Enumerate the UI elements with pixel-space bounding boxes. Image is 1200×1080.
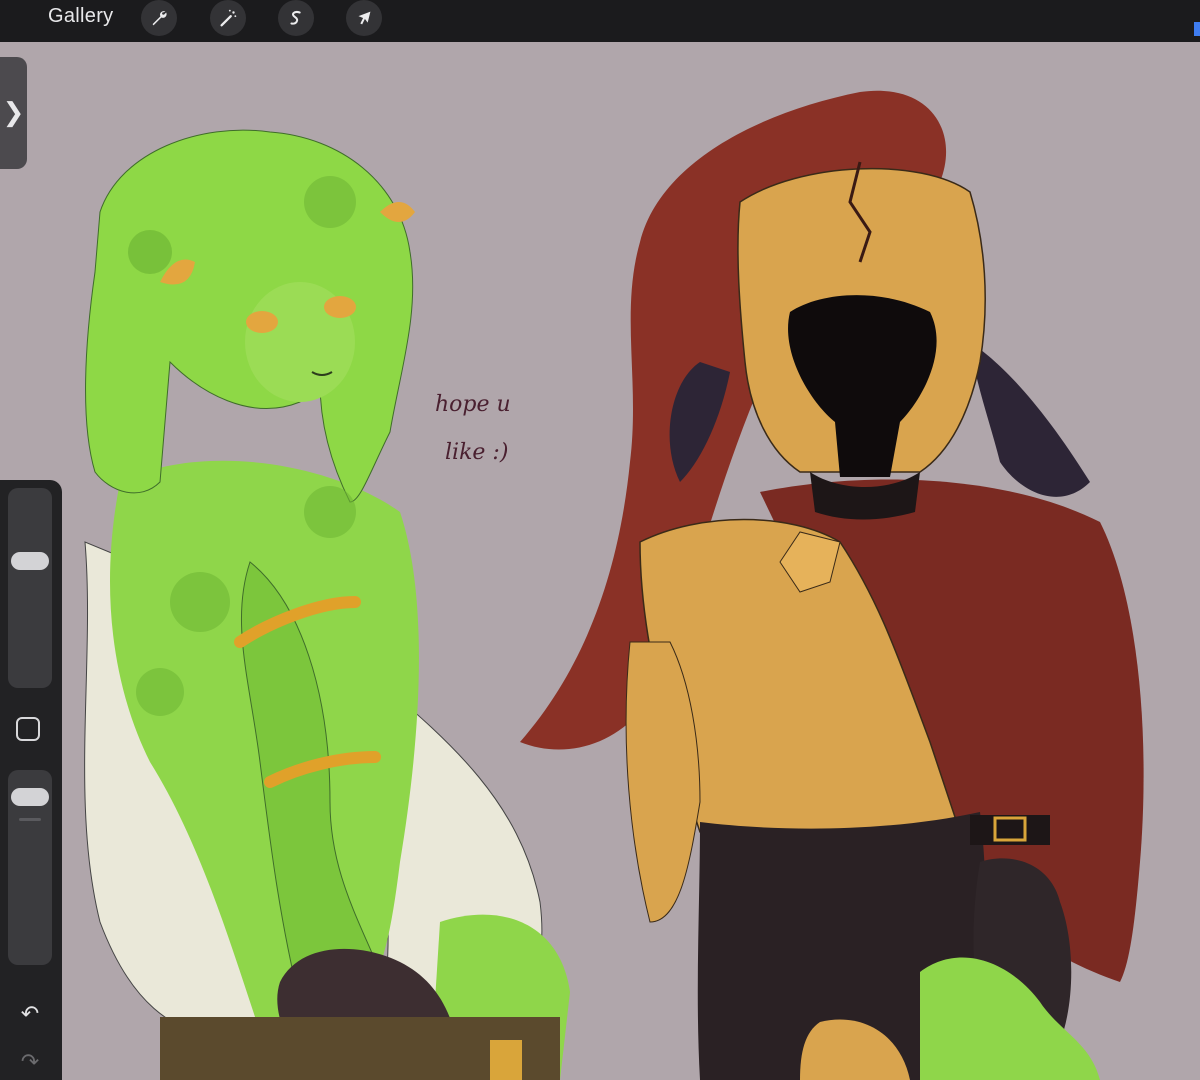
modify-button[interactable] [16,717,40,741]
selection-s-icon [290,11,301,25]
opacity-mark [19,818,41,821]
brush-size-slider[interactable] [8,488,52,688]
gallery-button[interactable]: Gallery [48,5,113,28]
adjustments-button[interactable] [210,0,246,36]
handwritten-note-line1: hope u [435,392,511,417]
magic-wand-icon [220,9,237,27]
wrench-icon [152,11,167,26]
arrow-cursor-icon [358,11,371,25]
artwork [0,42,1200,1080]
color-indicator [1194,22,1200,36]
chevron-right-icon: ❯ [2,98,25,128]
redo-icon[interactable]: ↷ [16,1051,44,1075]
drawing-canvas[interactable]: hope u like :) [0,42,1200,1080]
opacity-slider[interactable] [8,770,52,965]
brush-size-thumb[interactable] [11,552,49,570]
handwritten-note-line2: like :) [445,440,509,465]
transform-button[interactable] [346,0,382,36]
opacity-thumb[interactable] [11,788,49,806]
selection-button[interactable] [278,0,314,36]
sidebar-toggle-tab[interactable]: ❯ [0,57,27,169]
top-toolbar: Gallery [0,0,1200,42]
sidebar-panel: ↶ ↷ [0,480,62,1080]
undo-icon[interactable]: ↶ [16,1003,44,1027]
actions-button[interactable] [141,0,177,36]
